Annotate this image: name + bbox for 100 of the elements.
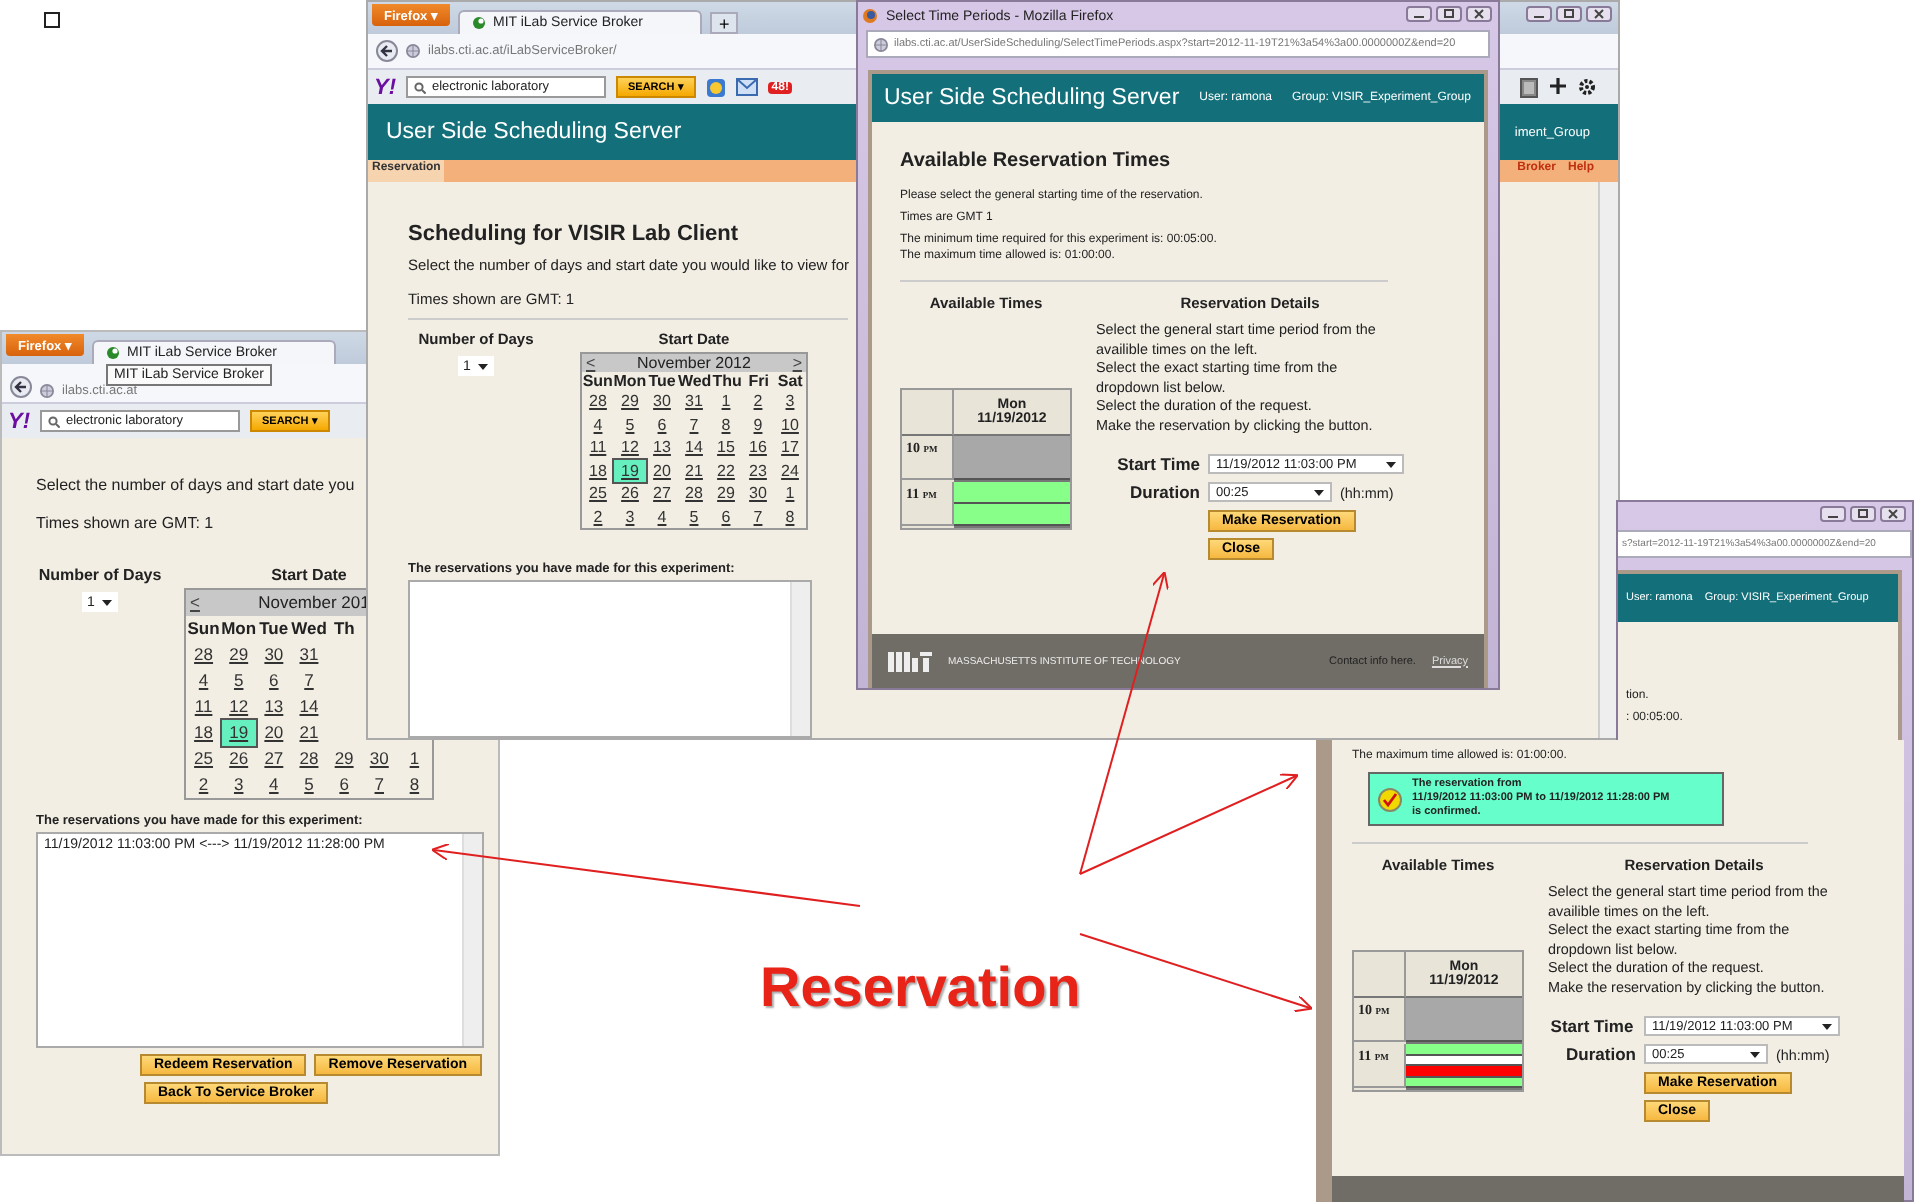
- time-slot[interactable]: [954, 504, 1070, 526]
- calendar-day[interactable]: 30: [742, 482, 774, 505]
- calendar-day[interactable]: 5: [221, 668, 257, 694]
- calendar-day[interactable]: 28: [582, 390, 614, 413]
- new-tab-button[interactable]: +: [710, 12, 738, 34]
- calendar-day[interactable]: 3: [614, 505, 646, 528]
- calendar-day[interactable]: 31: [678, 390, 710, 413]
- calendar-day[interactable]: 1: [710, 390, 742, 413]
- maximize-icon[interactable]: [1556, 6, 1582, 22]
- calendar-day[interactable]: 29: [221, 642, 257, 668]
- time-slot[interactable]: [1406, 998, 1522, 1042]
- calendar-day[interactable]: 2: [186, 772, 222, 798]
- calendar-day[interactable]: 27: [256, 746, 292, 772]
- calendar-day[interactable]: 5: [678, 505, 710, 528]
- calendar-day[interactable]: 1: [396, 746, 432, 772]
- toolbar-logo[interactable]: Y!: [8, 409, 30, 433]
- calendar-day[interactable]: 30: [361, 746, 397, 772]
- calendar-day[interactable]: 16: [742, 436, 774, 459]
- calendar-day[interactable]: 29: [614, 390, 646, 413]
- checkbox[interactable]: [44, 12, 60, 28]
- calendar-day[interactable]: 29: [326, 746, 362, 772]
- calendar-day[interactable]: 25: [582, 482, 614, 505]
- calendar-day[interactable]: 4: [186, 668, 222, 694]
- calendar-day[interactable]: 9: [742, 413, 774, 436]
- calendar-day[interactable]: 27: [646, 482, 678, 505]
- calendar-day[interactable]: 8: [774, 505, 806, 528]
- calendar-day[interactable]: 18: [582, 459, 614, 482]
- close-icon[interactable]: [1466, 6, 1492, 22]
- calendar-day[interactable]: 30: [256, 642, 292, 668]
- calendar-day[interactable]: 28: [678, 482, 710, 505]
- calendar-day[interactable]: 22: [710, 459, 742, 482]
- time-slot[interactable]: [954, 482, 1070, 504]
- back-icon[interactable]: [376, 40, 398, 62]
- calendar-day[interactable]: 2: [582, 505, 614, 528]
- calendar-day[interactable]: 10: [774, 413, 806, 436]
- calendar-day[interactable]: 13: [646, 436, 678, 459]
- next-month-link[interactable]: >: [792, 354, 802, 372]
- scrollbar[interactable]: [790, 582, 810, 736]
- calendar-day[interactable]: 26: [614, 482, 646, 505]
- calendar-day[interactable]: 4: [256, 772, 292, 798]
- minimize-icon[interactable]: [1526, 6, 1552, 22]
- maximize-icon[interactable]: [1850, 506, 1876, 522]
- calendar-day[interactable]: 28: [186, 642, 222, 668]
- calendar-day[interactable]: 23: [742, 459, 774, 482]
- calendar-day[interactable]: 29: [710, 482, 742, 505]
- calendar-day[interactable]: 13: [256, 694, 292, 720]
- calendar-day[interactable]: 5: [291, 772, 327, 798]
- time-slot[interactable]: [1406, 1077, 1522, 1088]
- minimize-icon[interactable]: [1406, 6, 1432, 22]
- calendar-day[interactable]: 2: [742, 390, 774, 413]
- calendar-day[interactable]: 11: [582, 436, 614, 459]
- calendar-day[interactable]: 14: [678, 436, 710, 459]
- calendar-day[interactable]: 21: [678, 459, 710, 482]
- calendar-day[interactable]: 26: [221, 746, 257, 772]
- calendar-day[interactable]: 7: [742, 505, 774, 528]
- calendar-day[interactable]: 12: [614, 436, 646, 459]
- calendar-day[interactable]: 4: [646, 505, 678, 528]
- minimize-icon[interactable]: [1820, 506, 1846, 522]
- time-slot[interactable]: [1406, 1044, 1522, 1055]
- calendar-day[interactable]: 12: [221, 694, 257, 720]
- calendar-day[interactable]: 17: [774, 436, 806, 459]
- calendar-day[interactable]: 3: [221, 772, 257, 798]
- calendar-day[interactable]: 6: [710, 505, 742, 528]
- close-icon[interactable]: [1586, 6, 1612, 22]
- calendar-day[interactable]: 30: [646, 390, 678, 413]
- calendar-day[interactable]: 7: [291, 668, 327, 694]
- calendar-day[interactable]: 21: [291, 720, 327, 746]
- close-icon[interactable]: [1880, 506, 1906, 522]
- previous-month-link[interactable]: <: [190, 590, 200, 616]
- calendar-day[interactable]: 8: [710, 413, 742, 436]
- calendar-day[interactable]: 28: [291, 746, 327, 772]
- calendar-day[interactable]: 11: [186, 694, 222, 720]
- back-icon[interactable]: [10, 376, 32, 398]
- calendar-day[interactable]: 8: [396, 772, 432, 798]
- calendar-day[interactable]: 25: [186, 746, 222, 772]
- calendar-day[interactable]: 7: [361, 772, 397, 798]
- calendar-day[interactable]: 5: [614, 413, 646, 436]
- calendar-day[interactable]: 3: [774, 390, 806, 413]
- time-slot[interactable]: [1406, 1055, 1522, 1066]
- calendar-day[interactable]: 31: [291, 642, 327, 668]
- calendar-day[interactable]: 1: [774, 482, 806, 505]
- maximize-icon[interactable]: [1436, 6, 1462, 22]
- calendar-day[interactable]: 15: [710, 436, 742, 459]
- previous-month-link[interactable]: <: [586, 354, 596, 372]
- toolbar-logo[interactable]: Y!: [374, 75, 396, 99]
- calendar-day[interactable]: 20: [646, 459, 678, 482]
- calendar-day[interactable]: 6: [256, 668, 292, 694]
- calendar-day[interactable]: 18: [186, 720, 222, 746]
- calendar-day[interactable]: 6: [326, 772, 362, 798]
- scrollbar[interactable]: [1598, 182, 1618, 738]
- plus-icon[interactable]: [1550, 77, 1566, 93]
- calendar-day[interactable]: 14: [291, 694, 327, 720]
- calendar-day[interactable]: 20: [256, 720, 292, 746]
- gear-icon[interactable]: [1578, 77, 1596, 95]
- calendar-day[interactable]: 4: [582, 413, 614, 436]
- calendar-day[interactable]: 7: [678, 413, 710, 436]
- scrollbar[interactable]: [462, 834, 482, 1046]
- calendar-day[interactable]: 19: [614, 459, 646, 482]
- time-slot[interactable]: [954, 436, 1070, 480]
- calendar-day[interactable]: 6: [646, 413, 678, 436]
